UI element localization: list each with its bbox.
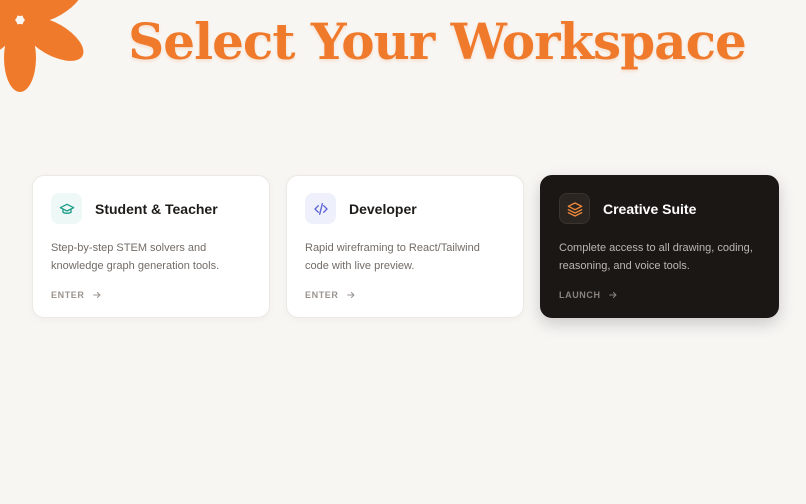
card-title: Developer — [349, 200, 417, 217]
workspace-card-creative-suite[interactable]: Creative Suite Complete access to all dr… — [540, 175, 779, 318]
card-header: Student & Teacher — [51, 193, 251, 224]
arrow-right-icon — [92, 292, 100, 298]
code-icon — [305, 193, 336, 224]
arrow-right-icon — [608, 292, 617, 298]
workspace-card-developer[interactable]: Developer Rapid wireframing to React/Tai… — [286, 175, 524, 318]
graduation-cap-icon — [51, 193, 82, 224]
card-description: Step-by-step STEM solvers and knowledge … — [51, 242, 220, 272]
page-title: Select Your Workspace — [128, 12, 747, 71]
enter-link[interactable]: ENTER — [51, 290, 251, 300]
cta-label: ENTER — [305, 290, 339, 300]
card-title: Creative Suite — [603, 200, 697, 217]
card-description: Complete access to all drawing, coding, … — [559, 242, 753, 272]
card-header: Creative Suite — [559, 193, 760, 224]
cta-label: ENTER — [51, 290, 85, 300]
workspace-card-student-teacher[interactable]: Student & Teacher Step-by-step STEM solv… — [32, 175, 270, 318]
enter-link[interactable]: ENTER — [305, 290, 505, 300]
arrow-right-icon — [346, 292, 354, 298]
card-title: Student & Teacher — [95, 200, 218, 217]
layers-icon — [559, 193, 590, 224]
cta-label: LAUNCH — [559, 290, 601, 300]
workspace-card-list: Student & Teacher Step-by-step STEM solv… — [32, 175, 779, 318]
card-description: Rapid wireframing to React/Tailwind code… — [305, 242, 480, 272]
card-header: Developer — [305, 193, 505, 224]
launch-link[interactable]: LAUNCH — [559, 290, 760, 300]
